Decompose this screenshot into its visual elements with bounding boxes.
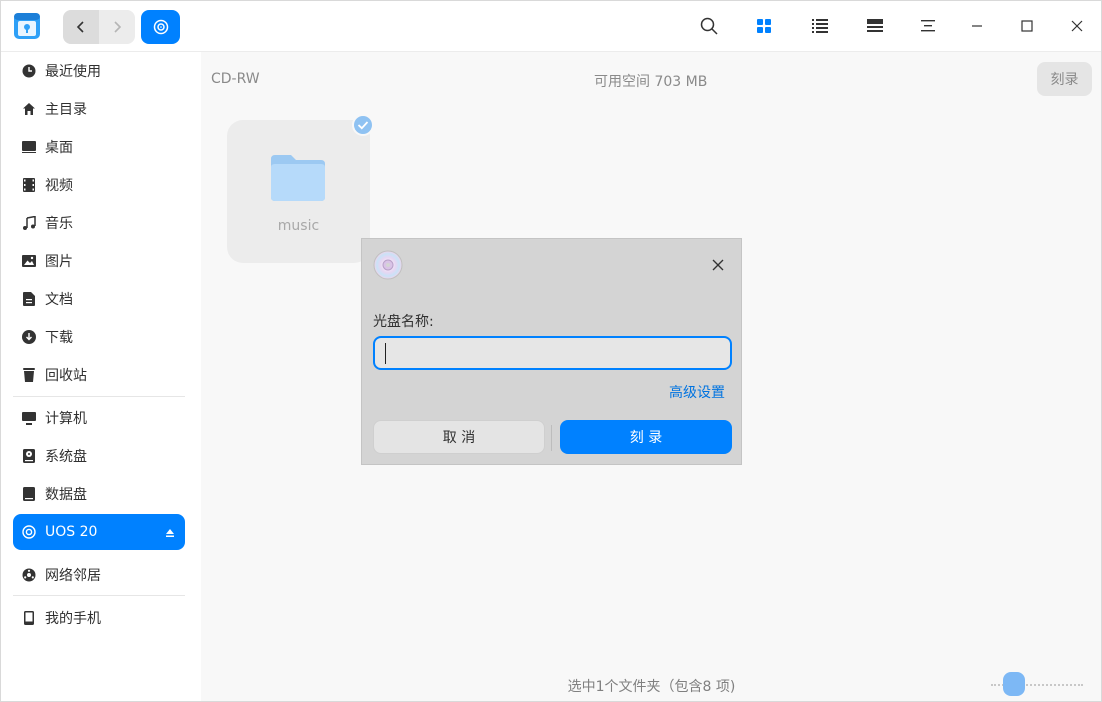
- confirm-burn-button[interactable]: 刻 录: [560, 420, 732, 454]
- sidebar-item-label: 数据盘: [45, 487, 87, 503]
- sidebar-item-home[interactable]: 主目录: [13, 91, 185, 127]
- sidebar-item-pictures[interactable]: 图片: [13, 243, 185, 279]
- sidebar-item-data-disk[interactable]: 数据盘: [13, 476, 185, 512]
- sidebar-item-desktop[interactable]: 桌面: [13, 129, 185, 165]
- back-button[interactable]: [63, 10, 99, 44]
- sidebar-item-label: 视频: [45, 178, 73, 194]
- title-bar: [1, 1, 1101, 52]
- list-view-icon: [812, 19, 828, 33]
- breadcrumb-disc-button[interactable]: [141, 10, 180, 44]
- phone-icon: [21, 610, 37, 626]
- network-icon: [21, 567, 37, 583]
- burn-button[interactable]: 刻录: [1037, 62, 1092, 96]
- search-button[interactable]: [698, 15, 720, 37]
- sidebar-item-trash[interactable]: 回收站: [13, 357, 185, 393]
- system-disk-icon: [21, 448, 37, 464]
- folder-item-music[interactable]: music: [227, 114, 374, 263]
- folder-name: music: [277, 218, 320, 234]
- sidebar-divider: [13, 595, 185, 596]
- desktop-icon: [21, 139, 37, 155]
- sidebar-item-label: 系统盘: [45, 449, 87, 465]
- sidebar-item-label: 回收站: [45, 368, 87, 384]
- detail-view-button[interactable]: [864, 15, 886, 37]
- sidebar-item-videos[interactable]: 视频: [13, 167, 185, 203]
- sidebar-item-label: 我的手机: [45, 611, 101, 627]
- icon-view-button[interactable]: [753, 15, 775, 37]
- document-icon: [21, 291, 37, 307]
- cancel-button[interactable]: 取 消: [373, 420, 545, 454]
- grid-view-icon: [757, 19, 771, 33]
- sidebar-item-label: 计算机: [45, 411, 87, 427]
- sidebar-item-system-disk[interactable]: 系统盘: [13, 438, 185, 474]
- trash-icon: [21, 367, 37, 383]
- sidebar-item-computer[interactable]: 计算机: [13, 400, 185, 436]
- clock-icon: [21, 63, 37, 79]
- sidebar-item-my-phone[interactable]: 我的手机: [13, 600, 185, 636]
- disc-name-label: CD-RW: [211, 71, 260, 87]
- sidebar-item-network[interactable]: 网络邻居: [13, 557, 185, 593]
- optical-disc-icon: [153, 19, 168, 35]
- sidebar-item-label: 主目录: [45, 102, 87, 118]
- button-separator: [551, 425, 552, 451]
- forward-button[interactable]: [99, 10, 135, 44]
- icon-size-slider-handle[interactable]: [1003, 672, 1025, 696]
- menu-icon: [921, 20, 935, 32]
- chevron-left-icon: [76, 21, 84, 33]
- picture-icon: [21, 253, 37, 269]
- sidebar-item-label: 桌面: [45, 140, 73, 156]
- minimize-button[interactable]: [966, 15, 988, 37]
- dialog-close-icon[interactable]: [711, 258, 725, 272]
- sidebar-divider: [13, 396, 185, 397]
- sidebar: 最近使用 主目录 桌面 视频 音乐 图片 文档 下载 回收站 计算机 系统盘 数…: [1, 52, 201, 701]
- search-icon: [700, 17, 718, 35]
- menu-button[interactable]: [917, 15, 939, 37]
- maximize-button[interactable]: [1016, 15, 1038, 37]
- data-disk-icon: [21, 486, 37, 502]
- sidebar-item-label: 图片: [45, 254, 73, 270]
- optical-disc-icon: [21, 524, 37, 540]
- file-manager-logo-icon: [14, 13, 40, 39]
- burn-dialog: 光盘名称: 高级设置 取 消 刻 录: [361, 238, 742, 465]
- sidebar-item-label: 网络邻居: [45, 568, 101, 584]
- sidebar-item-label: 最近使用: [45, 64, 101, 80]
- sidebar-item-label: 文档: [45, 292, 73, 308]
- sidebar-item-label: 下载: [45, 330, 73, 346]
- sidebar-item-uos-20[interactable]: UOS 20: [13, 514, 185, 550]
- navigation-buttons: [63, 10, 135, 44]
- music-icon: [21, 215, 37, 231]
- video-icon: [21, 177, 37, 193]
- disc-name-input[interactable]: [373, 336, 732, 370]
- download-icon: [21, 329, 37, 345]
- close-icon: [1071, 20, 1083, 32]
- text-cursor: [385, 343, 386, 364]
- selected-check-icon: [352, 114, 374, 136]
- chevron-right-icon: [114, 21, 122, 33]
- close-button[interactable]: [1066, 15, 1088, 37]
- sidebar-item-downloads[interactable]: 下载: [13, 319, 185, 355]
- maximize-icon: [1021, 20, 1033, 32]
- computer-icon: [21, 410, 37, 426]
- sidebar-item-label: 音乐: [45, 216, 73, 232]
- disc-name-field-label: 光盘名称:: [373, 314, 434, 330]
- sidebar-item-music[interactable]: 音乐: [13, 205, 185, 241]
- sidebar-item-documents[interactable]: 文档: [13, 281, 185, 317]
- file-manager-window: 最近使用 主目录 桌面 视频 音乐 图片 文档 下载 回收站 计算机 系统盘 数…: [0, 0, 1102, 702]
- status-bar-text: 选中1个文件夹（包含8 项): [567, 679, 736, 695]
- sidebar-item-recent[interactable]: 最近使用: [13, 53, 185, 89]
- minimize-icon: [972, 25, 982, 27]
- advanced-settings-link[interactable]: 高级设置: [669, 382, 725, 402]
- detail-view-icon: [867, 19, 883, 32]
- folder-icon: [271, 155, 325, 201]
- home-icon: [21, 101, 37, 117]
- cd-icon: [373, 250, 403, 280]
- list-view-button[interactable]: [809, 15, 831, 37]
- free-space-label: 可用空间 703 MB: [594, 74, 708, 90]
- eject-icon[interactable]: [165, 526, 175, 542]
- sidebar-item-label: UOS 20: [45, 524, 98, 540]
